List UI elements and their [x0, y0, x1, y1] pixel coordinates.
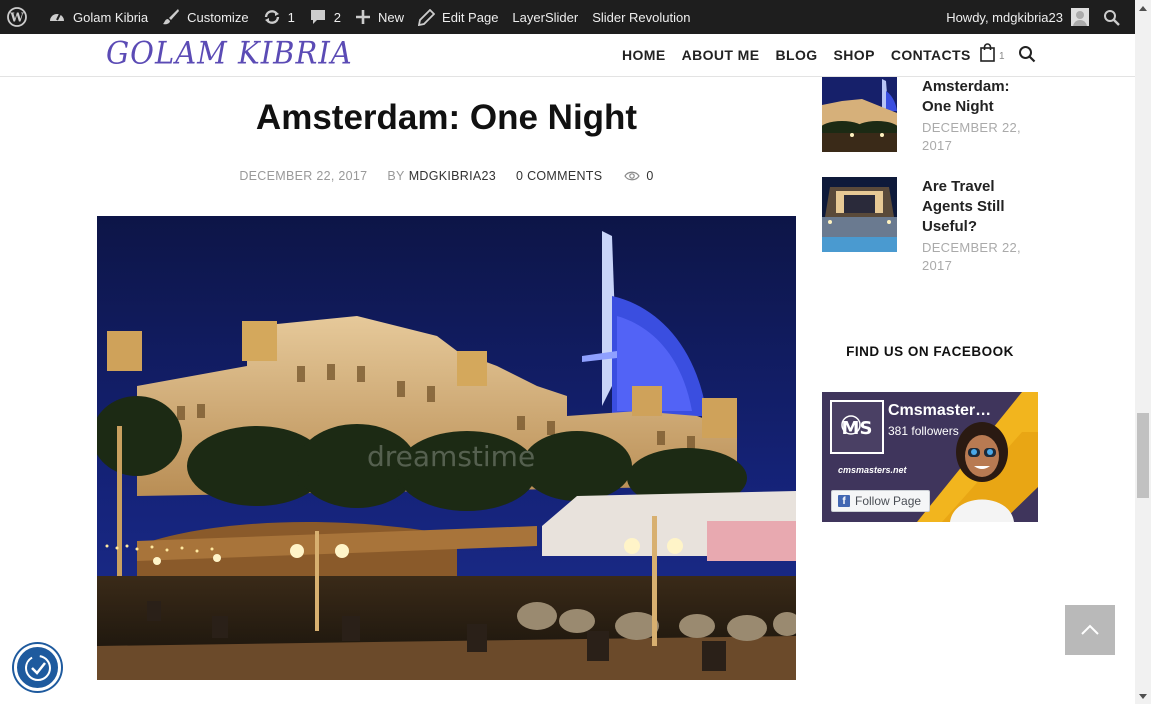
facebook-cover-site-text: cmsmasters.net: [838, 465, 907, 475]
wp-admin-bar: W Golam Kibria Customize 1 2 New Edit Pa…: [0, 0, 1135, 34]
follow-page-label: Follow Page: [855, 494, 922, 508]
follow-page-button[interactable]: f Follow Page: [831, 490, 931, 512]
layerslider-link[interactable]: LayerSlider: [505, 0, 585, 34]
recent-post-info: Are Travel Agents Still Useful? DECEMBER…: [922, 177, 1032, 275]
pencil-icon: [418, 8, 436, 26]
chevron-up-icon: [1081, 624, 1099, 635]
facebook-widget-heading: FIND US ON FACEBOOK: [846, 344, 1014, 359]
wordpress-logo-button[interactable]: W: [0, 0, 41, 34]
page-scrollbar[interactable]: [1135, 0, 1151, 704]
cart-button[interactable]: 1: [980, 43, 1005, 62]
post-meta: DECEMBER 22, 2017 BY MDGKIBRIA23 0 COMME…: [97, 169, 796, 183]
post-views-count: 0: [646, 169, 654, 183]
comments-link[interactable]: 2: [302, 0, 348, 34]
post-title: Amsterdam: One Night: [255, 98, 638, 137]
nav-shop[interactable]: SHOP: [834, 47, 875, 63]
admin-bar-right: Howdy, mdgkibria23: [939, 0, 1135, 34]
plus-icon: [356, 10, 371, 24]
site-name-menu[interactable]: Golam Kibria: [41, 0, 155, 34]
search-icon: [1104, 9, 1120, 26]
recent-post-thumbnail[interactable]: [822, 77, 897, 152]
featured-image: dreamstime: [97, 216, 796, 680]
edit-page-label: Edit Page: [442, 9, 499, 25]
site-header: GOLAM KIBRIA HOME ABOUT ME BLOG SHOP CON…: [0, 34, 1135, 77]
updates-link[interactable]: 1: [256, 0, 302, 34]
updates-icon: [264, 10, 279, 24]
layerslider-label: LayerSlider: [512, 9, 579, 25]
back-to-top-button[interactable]: [1065, 605, 1115, 655]
recent-post-info: Amsterdam: One Night DECEMBER 22, 2017: [922, 77, 1032, 155]
recent-post-title[interactable]: Are Travel Agents Still Useful?: [922, 177, 1032, 237]
facebook-page-name[interactable]: Cmsmaster…: [888, 402, 991, 420]
avatar: [1071, 8, 1089, 26]
scroll-down-arrow[interactable]: [1135, 688, 1151, 704]
recent-post-title[interactable]: Amsterdam: One Night: [922, 77, 1032, 117]
admin-bar-left: W Golam Kibria Customize 1 2 New Edit Pa…: [0, 0, 697, 34]
customize-link[interactable]: Customize: [155, 0, 255, 34]
search-icon: [1019, 46, 1036, 63]
post-by-label: BY: [387, 169, 405, 183]
nav-home[interactable]: HOME: [622, 47, 666, 63]
scrollbar-thumb[interactable]: [1137, 413, 1149, 498]
triangle-down-icon: [1139, 693, 1147, 699]
post-date[interactable]: DECEMBER 22, 2017: [239, 169, 367, 183]
new-content-menu[interactable]: New: [348, 0, 411, 34]
facebook-icon: f: [838, 495, 850, 507]
site-name-label: Golam Kibria: [73, 9, 149, 25]
triangle-up-icon: [1139, 5, 1147, 11]
cart-count: 1: [999, 51, 1005, 62]
post-views[interactable]: 0: [624, 169, 653, 183]
slider-revolution-link[interactable]: Slider Revolution: [585, 0, 697, 34]
nav-about-me[interactable]: ABOUT ME: [682, 47, 760, 63]
site-logo[interactable]: GOLAM KIBRIA: [106, 35, 353, 71]
nav-blog[interactable]: BLOG: [775, 47, 817, 63]
dashboard-gauge-icon: [50, 13, 64, 21]
comments-count: 2: [333, 9, 342, 25]
recent-post-date: DECEMBER 22, 2017: [922, 120, 1021, 153]
recent-post-date: DECEMBER 22, 2017: [922, 240, 1021, 273]
dubai-thumbnail-image: [822, 77, 897, 152]
header-search-button[interactable]: [1018, 45, 1036, 68]
updates-count: 1: [287, 9, 295, 25]
nav-contacts[interactable]: CONTACTS: [891, 47, 971, 63]
shopping-bag-icon: [980, 43, 995, 62]
facebook-page-widget[interactable]: MS Cmsmaster… 381 followers cmsmasters.n…: [822, 392, 1038, 522]
customize-label: Customize: [187, 9, 249, 25]
post-comments-link[interactable]: 0 COMMENTS: [516, 169, 602, 183]
scroll-up-arrow[interactable]: [1135, 0, 1151, 16]
post-author-link[interactable]: MDGKIBRIA23: [409, 169, 496, 183]
main-navigation: HOME ABOUT ME BLOG SHOP CONTACTS: [622, 47, 987, 63]
svg-text:MS: MS: [842, 418, 873, 439]
recent-post-item[interactable]: Amsterdam: One Night DECEMBER 22, 2017: [822, 77, 1032, 155]
accessibility-widget-button[interactable]: [14, 644, 61, 691]
wordpress-icon: W: [7, 7, 27, 27]
accessibility-check-icon: [24, 654, 51, 681]
edit-page-link[interactable]: Edit Page: [411, 0, 505, 34]
new-label: New: [378, 9, 405, 25]
facebook-followers-count: 381 followers: [888, 424, 959, 438]
slider-revolution-label: Slider Revolution: [592, 9, 691, 25]
hotel-lobby-thumbnail-image: [822, 177, 897, 252]
eye-icon: [624, 171, 641, 181]
svg-text:W: W: [9, 11, 24, 25]
recent-post-thumbnail[interactable]: [822, 177, 897, 252]
image-watermark: dreamstime: [367, 440, 535, 473]
cmsmasters-logo-icon[interactable]: MS: [830, 400, 884, 454]
dubai-night-scene: dreamstime: [97, 216, 796, 680]
howdy-label: Howdy, mdgkibria23: [946, 9, 1063, 25]
comment-bubble-icon: [310, 10, 325, 24]
admin-search-button[interactable]: [1096, 0, 1135, 34]
my-account-menu[interactable]: Howdy, mdgkibria23: [939, 0, 1096, 34]
recent-post-item[interactable]: Are Travel Agents Still Useful? DECEMBER…: [822, 177, 1032, 275]
paintbrush-icon: [163, 9, 180, 25]
